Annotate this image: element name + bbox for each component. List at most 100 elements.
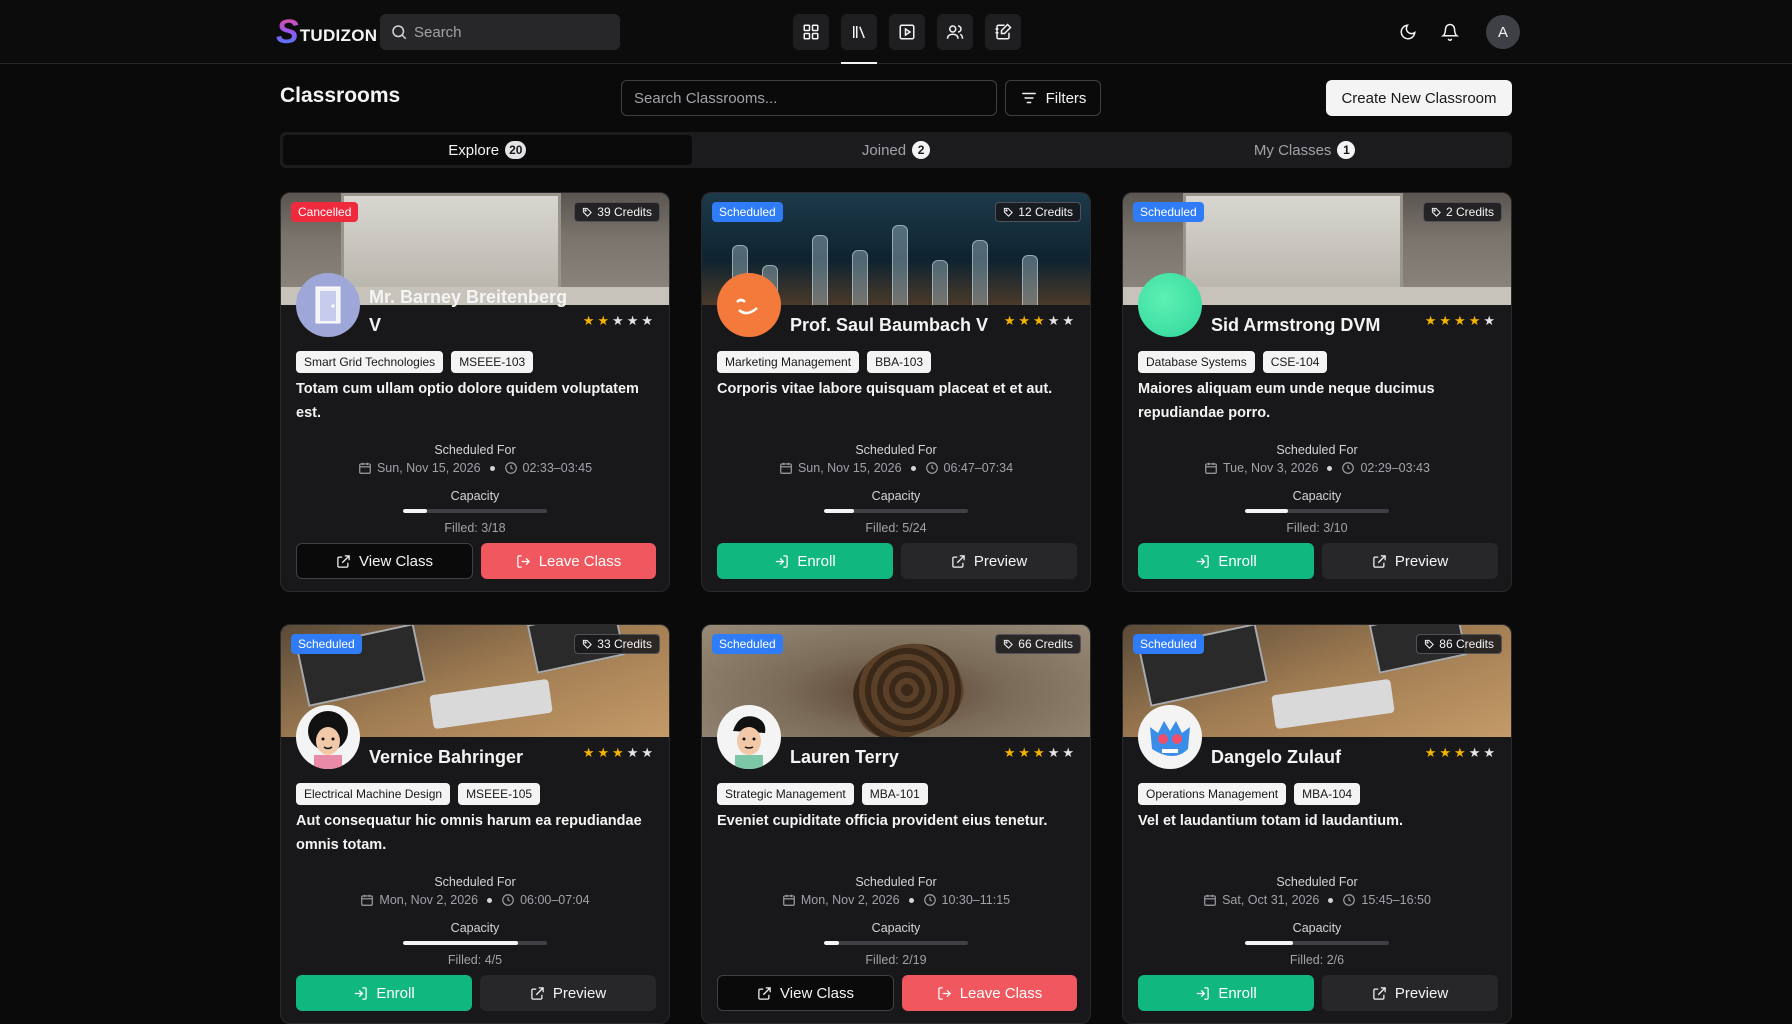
capacity-progress-fill xyxy=(1245,509,1289,513)
log-out-icon xyxy=(937,986,951,1000)
star-icon: ★ xyxy=(1439,313,1452,328)
classroom-tabs: Explore 20 Joined 2 My Classes 1 xyxy=(280,132,1512,168)
view-class-button[interactable]: View Class xyxy=(717,975,894,1011)
preview-button[interactable]: Preview xyxy=(1322,975,1498,1011)
play-square-icon xyxy=(899,24,915,40)
instructor-name[interactable]: Sid Armstrong DVM xyxy=(1211,311,1380,339)
instructor-name[interactable]: Mr. Barney Breitenberg V xyxy=(369,283,579,339)
leave-class-button[interactable]: Leave Class xyxy=(481,543,656,579)
schedule-info: Mon, Nov 2, 2026 10:30–11:15 xyxy=(702,893,1090,907)
filled-count: Filled: 3/18 xyxy=(444,521,506,535)
course-tag: Electrical Machine Design xyxy=(296,783,451,805)
card-actions: Enroll Preview xyxy=(1138,975,1498,1011)
capacity-label: Capacity xyxy=(450,489,500,503)
tab-joined-label: Joined xyxy=(861,141,907,159)
rating-stars: ★ ★ ★ ★ ★ xyxy=(583,313,653,329)
credits-label: 2 Credits xyxy=(1445,205,1494,219)
global-search-input[interactable]: Search xyxy=(380,14,620,50)
log-in-icon xyxy=(355,986,368,1000)
preview-button[interactable]: Preview xyxy=(1322,543,1498,579)
scheduled-for-label: Scheduled For xyxy=(1276,443,1358,457)
calendar-icon xyxy=(1204,894,1216,906)
preview-button-label: Preview xyxy=(973,552,1028,570)
classroom-card: Cancelled 39 Credits Mr. Barney Breitenber… xyxy=(280,192,670,592)
preview-button[interactable]: Preview xyxy=(480,975,656,1011)
filled-count: Filled: 4/5 xyxy=(447,953,503,967)
classroom-card: Scheduled 2 Credits Sid Armstrong DVM ★ ★ ★ ★ ★… xyxy=(1122,192,1512,592)
capacity-progress-bar xyxy=(403,509,547,513)
calendar-icon xyxy=(780,462,792,474)
star-icon: ★ xyxy=(612,745,624,760)
enroll-button[interactable]: Enroll xyxy=(717,543,893,579)
create-classroom-button[interactable]: Create New Classroom xyxy=(1326,80,1512,116)
filled-count: Filled: 5/24 xyxy=(865,521,927,535)
nav-dashboard-button[interactable] xyxy=(793,14,829,50)
credits-label: 86 Credits xyxy=(1439,637,1494,651)
star-icon: ★ xyxy=(626,313,639,328)
instructor-name[interactable]: Lauren Terry xyxy=(790,743,899,771)
instructor-name[interactable]: Prof. Saul Baumbach V xyxy=(790,311,988,339)
instructor-avatar xyxy=(717,273,781,337)
log-in-icon xyxy=(1197,554,1210,568)
filters-button[interactable]: Filters xyxy=(1005,80,1101,116)
leave-class-button[interactable]: Leave Class xyxy=(902,975,1077,1011)
capacity-progress-fill xyxy=(1245,941,1293,945)
capacity-progress-fill xyxy=(403,941,519,945)
instructor-avatar xyxy=(296,273,360,337)
instructor-name[interactable]: Vernice Bahringer xyxy=(369,743,523,771)
tab-joined[interactable]: Joined 2 xyxy=(692,135,1101,165)
card-actions: Enroll Preview xyxy=(296,975,656,1011)
bell-icon xyxy=(1441,23,1459,41)
star-icon: ★ xyxy=(1062,313,1074,328)
enroll-button[interactable]: Enroll xyxy=(296,975,472,1011)
enroll-button-label: Enroll xyxy=(1218,984,1257,1002)
page-title: Classrooms xyxy=(280,84,401,107)
capacity-label: Capacity xyxy=(871,489,921,503)
view-class-button[interactable]: View Class xyxy=(296,543,473,579)
enroll-button[interactable]: Enroll xyxy=(1138,543,1314,579)
nav-videos-button[interactable] xyxy=(889,14,925,50)
nav-notes-button[interactable] xyxy=(985,14,1021,50)
instructor-avatar xyxy=(1138,273,1202,337)
tab-my-classes[interactable]: My Classes 1 xyxy=(1100,135,1509,165)
status-badge: Scheduled xyxy=(291,634,362,654)
nav-classrooms-button[interactable] xyxy=(841,14,877,64)
tab-my-classes-label: My Classes xyxy=(1253,141,1332,159)
logo-letter: S xyxy=(276,13,299,51)
nav-people-button[interactable] xyxy=(937,14,973,50)
rating-stars: ★ ★ ★ ★ ★ xyxy=(1004,745,1074,761)
course-code-tag: BBA-103 xyxy=(867,351,932,373)
credits-badge: 66 Credits xyxy=(995,634,1081,654)
card-actions: View Class Leave Class xyxy=(717,975,1077,1011)
log-in-icon xyxy=(1197,986,1210,1000)
classroom-search-input[interactable]: Search Classrooms... xyxy=(621,80,997,116)
course-tag: Strategic Management xyxy=(717,783,854,805)
logo-text: TUDIZON xyxy=(299,26,378,45)
course-tags: Marketing Management BBA-103 xyxy=(717,351,932,373)
tag-icon xyxy=(583,639,593,649)
tab-explore[interactable]: Explore 20 xyxy=(283,135,692,165)
classroom-card: Scheduled 33 Credits Vernice Bahringer ★ ★ ★ ★… xyxy=(280,624,670,1024)
credits-badge: 33 Credits xyxy=(574,634,660,654)
classroom-card: Scheduled 86 Credits Dangelo Zulauf ★ ★ ★ ★ ★ Op… xyxy=(1122,624,1512,1024)
class-description: Eveniet cupiditate officia provident eiu… xyxy=(717,813,1048,829)
star-icon: ★ xyxy=(1424,313,1437,328)
star-icon: ★ xyxy=(582,313,595,328)
notifications-button[interactable] xyxy=(1436,14,1464,50)
calendar-icon xyxy=(1205,462,1217,474)
studizon-logo[interactable]: S TUDIZON xyxy=(276,14,377,50)
clock-icon xyxy=(1343,894,1356,906)
star-icon: ★ xyxy=(1454,313,1466,328)
preview-button[interactable]: Preview xyxy=(901,543,1077,579)
enroll-button[interactable]: Enroll xyxy=(1138,975,1314,1011)
course-tag: Smart Grid Technologies xyxy=(296,351,444,373)
separator-dot xyxy=(487,897,493,903)
schedule-date: Mon, Nov 2, 2026 xyxy=(800,893,900,907)
user-tools: A xyxy=(1394,14,1520,50)
card-actions: View Class Leave Class xyxy=(296,543,656,579)
theme-toggle-button[interactable] xyxy=(1394,14,1422,50)
instructor-name[interactable]: Dangelo Zulauf xyxy=(1211,743,1341,771)
star-icon: ★ xyxy=(612,313,624,328)
separator-dot xyxy=(489,465,495,471)
user-avatar-button[interactable]: A xyxy=(1486,15,1520,49)
